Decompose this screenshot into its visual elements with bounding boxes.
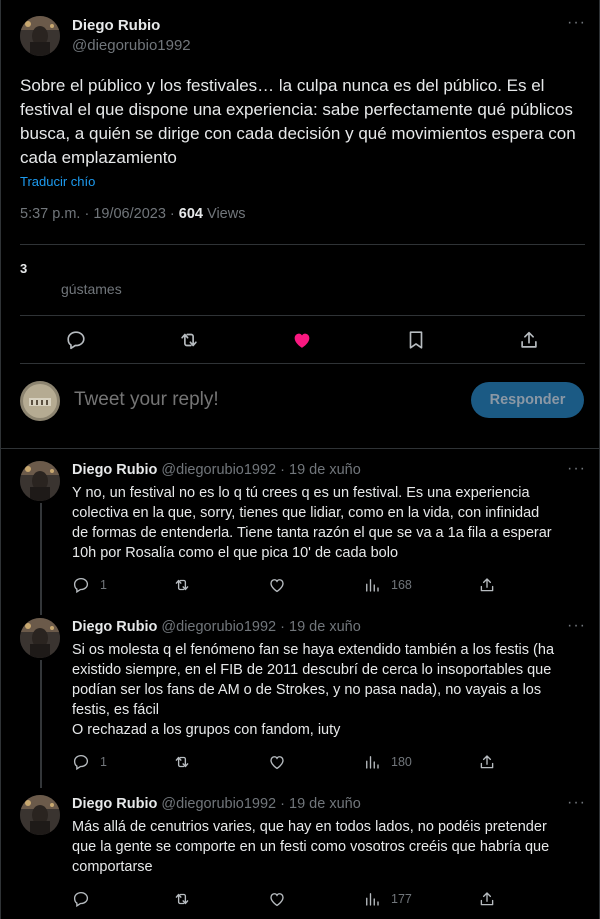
bookmark-icon[interactable]: [405, 329, 427, 351]
text-line: Si os molesta q el fenómeno fan se haya …: [72, 642, 555, 658]
thread-connector: [40, 503, 42, 615]
retweet-icon[interactable]: [178, 329, 200, 351]
views-count: 604: [178, 206, 203, 222]
text-line: festis, es fácil: [72, 702, 160, 718]
reply-header: Diego Rubio @diegorubio1992 · 19 de xuño: [72, 462, 361, 478]
more-options-icon[interactable]: ···: [567, 14, 586, 32]
reply-action[interactable]: [72, 890, 100, 908]
divider: [20, 363, 585, 364]
retweet-action[interactable]: [173, 753, 201, 771]
divider: [20, 244, 585, 245]
text-line: colectiva en la que, sorry, tienes que l…: [72, 505, 540, 521]
text-line: de formas de entenderla. Tiene tanta raz…: [72, 525, 552, 541]
views-count: 168: [391, 578, 412, 592]
retweet-action[interactable]: [173, 890, 201, 908]
author-name[interactable]: Diego Rubio: [72, 17, 160, 34]
reply-count: 1: [100, 578, 107, 592]
reply-icon[interactable]: [65, 329, 87, 351]
divider: [20, 315, 585, 316]
text-line: O rechazad a los grupos con fandom, iuty: [72, 722, 341, 738]
share-action[interactable]: [478, 576, 506, 594]
more-options-icon[interactable]: ···: [567, 794, 586, 812]
share-action[interactable]: [478, 890, 506, 908]
tweet-timestamp[interactable]: 5:37 p.m. · 19/06/2023 ·: [20, 206, 179, 222]
text-line: 10h por Rosalía como el que pica 10' de …: [72, 545, 399, 561]
views-action[interactable]: 177: [363, 890, 412, 908]
author-name[interactable]: Diego Rubio: [72, 462, 157, 478]
author-meta[interactable]: @diegorubio1992 · 19 de xuño: [161, 796, 360, 812]
avatar[interactable]: [20, 461, 60, 501]
reply-text: Si os molesta q el fenómeno fan se haya …: [72, 640, 587, 740]
share-icon[interactable]: [518, 329, 540, 351]
author-name[interactable]: Diego Rubio: [72, 619, 157, 635]
share-action[interactable]: [478, 753, 506, 771]
likes-label[interactable]: gústames: [61, 281, 122, 297]
text-line: podían ser los fans de AM o de Strokes, …: [72, 682, 542, 698]
reply-input[interactable]: [74, 387, 454, 413]
retweet-action[interactable]: [173, 576, 201, 594]
text-line: existido siempre, en el FIB de 2011 desc…: [72, 662, 552, 678]
reply-text: Más allá de cenutrios varies, que hay en…: [72, 817, 587, 877]
reply-header: Diego Rubio @diegorubio1992 · 19 de xuño: [72, 796, 361, 812]
views-count: 177: [391, 892, 412, 906]
avatar[interactable]: [20, 618, 60, 658]
tweet-meta: 5:37 p.m. · 19/06/2023 · 604 Views: [20, 206, 245, 222]
like-action[interactable]: [268, 890, 296, 908]
like-icon-active[interactable]: [291, 329, 313, 351]
author-name[interactable]: Diego Rubio: [72, 796, 157, 812]
views-label: Views: [207, 206, 246, 222]
reply-text: Y no, un festival no es lo q tú crees q …: [72, 483, 587, 563]
thread-connector: [40, 660, 42, 788]
avatar[interactable]: [20, 16, 60, 56]
text-line: Y no, un festival no es lo q tú crees q …: [72, 485, 530, 501]
more-options-icon[interactable]: ···: [567, 617, 586, 635]
text-line: comportarse: [72, 859, 153, 875]
tweet-detail-page: Diego Rubio @diegorubio1992 ··· Sobre el…: [0, 0, 600, 919]
reply-action[interactable]: 1: [72, 753, 107, 771]
text-line: Más allá de cenutrios varies, que hay en…: [72, 819, 547, 835]
likes-count[interactable]: 3: [20, 261, 27, 276]
reply-header: Diego Rubio @diegorubio1992 · 19 de xuño: [72, 619, 361, 635]
like-action[interactable]: [268, 576, 296, 594]
views-count: 180: [391, 755, 412, 769]
text-line: que la gente se comporte en un festi com…: [72, 839, 550, 855]
reply-action[interactable]: 1: [72, 576, 107, 594]
avatar[interactable]: [20, 795, 60, 835]
author-meta[interactable]: @diegorubio1992 · 19 de xuño: [161, 462, 360, 478]
views-action[interactable]: 180: [363, 753, 412, 771]
more-options-icon[interactable]: ···: [567, 460, 586, 478]
author-handle[interactable]: @diegorubio1992: [72, 37, 191, 54]
tweet-text: Sobre el público y los festivales… la cu…: [20, 76, 576, 167]
reply-button[interactable]: Responder: [471, 382, 584, 418]
views-action[interactable]: 168: [363, 576, 412, 594]
current-user-avatar[interactable]: [20, 381, 60, 421]
translate-link[interactable]: Traducir chío: [20, 174, 95, 189]
like-action[interactable]: [268, 753, 296, 771]
section-divider: [1, 448, 600, 449]
author-meta[interactable]: @diegorubio1992 · 19 de xuño: [161, 619, 360, 635]
reply-count: 1: [100, 755, 107, 769]
